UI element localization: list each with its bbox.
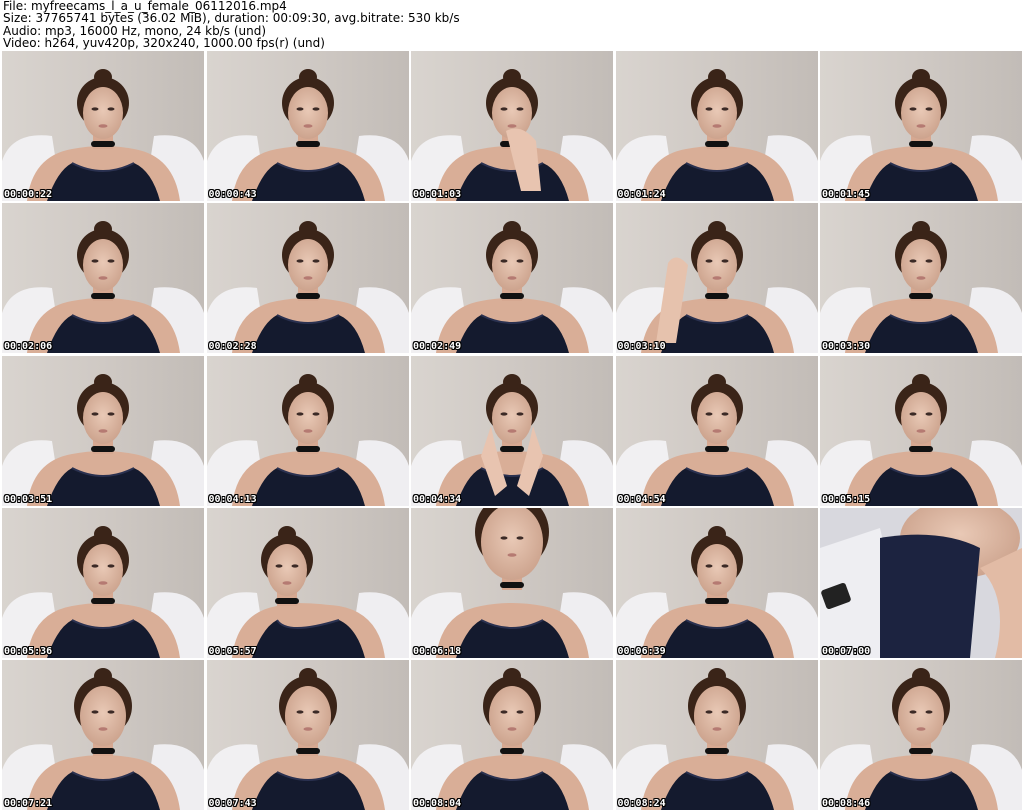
frame-timestamp: 00:06:39: [617, 645, 666, 657]
frame-image: [411, 507, 613, 658]
frame-image: [615, 203, 818, 354]
thumbnail-grid: 00:00:22 00:00:43 00:01:03 00:01:24 00:01:45…: [2, 51, 1022, 810]
frame-timestamp: 00:01:45: [822, 189, 871, 200]
frame-image: [2, 355, 204, 506]
frame-timestamp: 00:00:43: [208, 189, 257, 200]
video-info-line: Video: h264, yuv420p, 320x240, 1000.00 f…: [3, 36, 325, 51]
frame-timestamp: 00:01:03: [413, 189, 462, 200]
frame-image: [820, 507, 1022, 658]
frame-timestamp: 00:07:00: [822, 645, 871, 657]
video-thumbnail: 00:08:04: [411, 660, 613, 810]
frame-timestamp: 00:03:10: [617, 341, 666, 353]
video-thumbnail: 00:00:22: [2, 51, 204, 201]
frame-timestamp: 00:08:24: [617, 798, 666, 809]
video-thumbnail: 00:02:49: [411, 203, 613, 354]
video-thumbnail: 00:05:15: [820, 355, 1022, 506]
video-thumbnail: 00:08:46: [820, 660, 1022, 810]
frame-image: [615, 355, 818, 506]
video-thumbnail: 00:05:36: [2, 507, 204, 658]
video-thumbnail: 00:05:57: [206, 507, 409, 658]
frame-timestamp: 00:04:13: [208, 493, 257, 505]
frame-image: [615, 660, 818, 810]
frame-timestamp: 00:08:04: [413, 798, 462, 809]
frame-timestamp: 00:02:49: [413, 341, 462, 353]
frame-timestamp: 00:05:36: [4, 645, 53, 657]
video-thumbnail: 00:08:24: [615, 660, 818, 810]
video-thumbnail: 00:00:43: [206, 51, 409, 201]
frame-image: [206, 355, 409, 506]
video-thumbnail: 00:04:54: [615, 355, 818, 506]
video-thumbnail: 00:01:24: [615, 51, 818, 201]
video-thumbnail: 00:07:21: [2, 660, 204, 810]
frame-timestamp: 00:03:51: [4, 493, 53, 505]
frame-timestamp: 00:00:22: [4, 189, 53, 200]
frame-image: [411, 51, 613, 201]
video-thumbnail: 00:07:43: [206, 660, 409, 810]
frame-image: [820, 660, 1022, 810]
video-thumbnail: 00:02:06: [2, 203, 204, 354]
frame-image: [2, 203, 204, 354]
frame-image: [411, 355, 613, 506]
frame-image: [206, 203, 409, 354]
frame-image: [2, 51, 204, 201]
video-thumbnail: 00:07:00: [820, 507, 1022, 658]
frame-image: [206, 660, 409, 810]
frame-image: [615, 507, 818, 658]
video-thumbnail: 00:01:45: [820, 51, 1022, 201]
frame-image: [206, 507, 409, 658]
frame-timestamp: 00:07:21: [4, 798, 53, 809]
video-thumbnail: 00:06:39: [615, 507, 818, 658]
video-thumbnail: 00:06:18: [411, 507, 613, 658]
frame-image: [411, 203, 613, 354]
frame-timestamp: 00:04:54: [617, 493, 666, 505]
video-thumbnail: 00:03:51: [2, 355, 204, 506]
frame-image: [820, 51, 1022, 201]
frame-image: [206, 51, 409, 201]
frame-image: [820, 355, 1022, 506]
frame-image: [2, 660, 204, 810]
video-thumbnail: 00:02:28: [206, 203, 409, 354]
frame-timestamp: 00:06:18: [413, 645, 462, 657]
video-thumbnail: 00:01:03: [411, 51, 613, 201]
frame-timestamp: 00:03:30: [822, 341, 871, 353]
info-header: File: myfreecams_l_a_u_female_06112016.m…: [3, 0, 1021, 50]
frame-image: [615, 51, 818, 201]
frame-timestamp: 00:07:43: [208, 798, 257, 809]
frame-timestamp: 00:04:34: [413, 493, 462, 505]
frame-timestamp: 00:05:57: [208, 645, 257, 657]
video-thumbnail: 00:03:10: [615, 203, 818, 354]
frame-timestamp: 00:01:24: [617, 189, 666, 200]
video-thumbnail: 00:03:30: [820, 203, 1022, 354]
file-size-line: Size: 37765741 bytes (36.02 MiB), durati…: [3, 11, 460, 26]
frame-image: [411, 660, 613, 810]
frame-timestamp: 00:02:28: [208, 341, 257, 353]
video-thumbnail: 00:04:13: [206, 355, 409, 506]
frame-timestamp: 00:05:15: [822, 493, 871, 505]
frame-image: [2, 507, 204, 658]
frame-image: [820, 203, 1022, 354]
frame-timestamp: 00:02:06: [4, 341, 53, 353]
frame-timestamp: 00:08:46: [822, 798, 871, 809]
video-thumbnail: 00:04:34: [411, 355, 613, 506]
